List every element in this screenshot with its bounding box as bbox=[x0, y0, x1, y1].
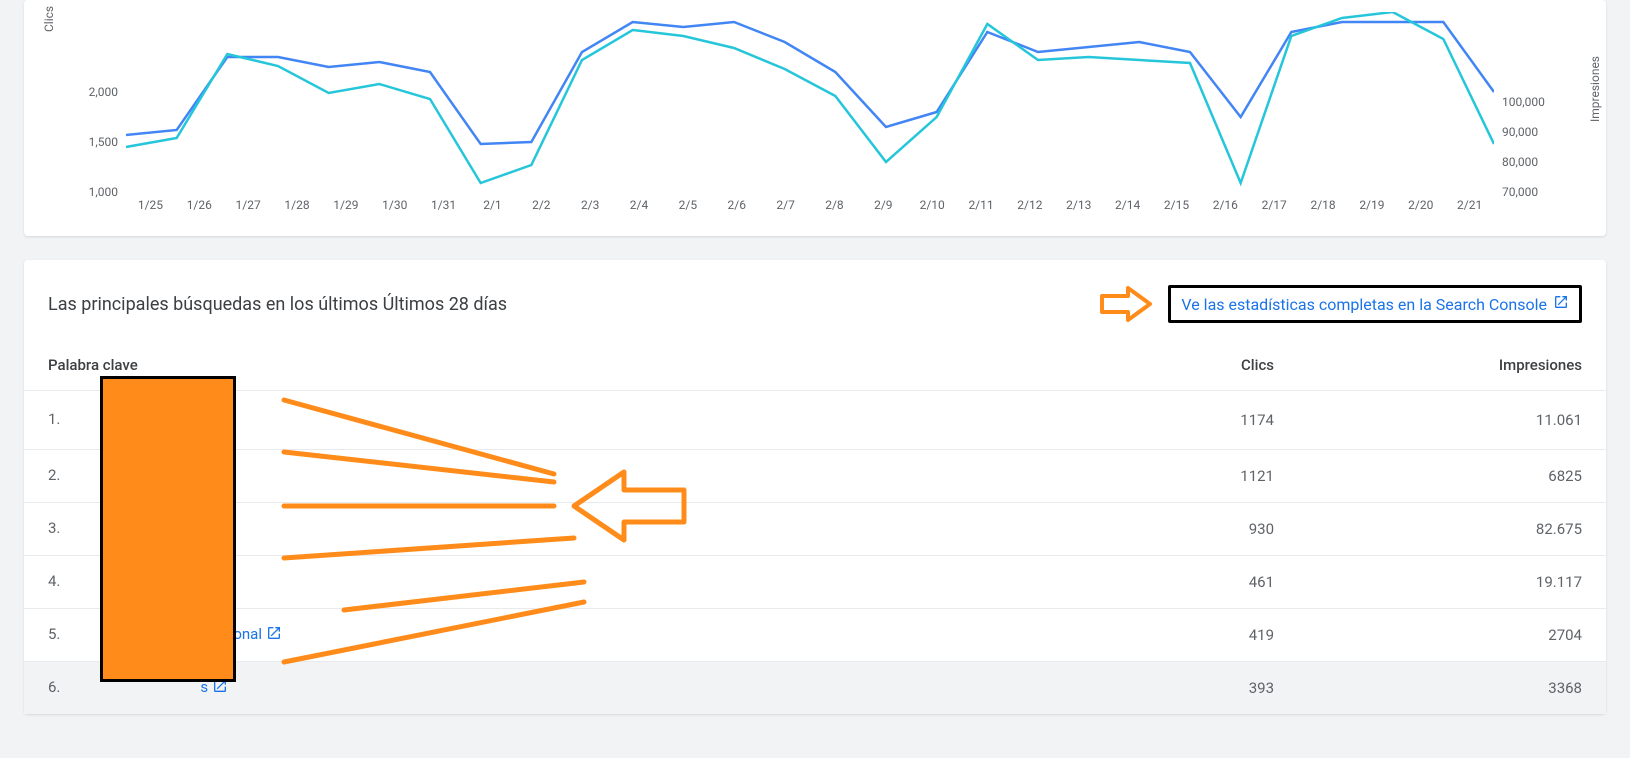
xtick: 2/13 bbox=[1054, 198, 1103, 212]
search-console-link-text: Ve las estadísticas completas en la Sear… bbox=[1181, 295, 1547, 314]
xtick: 2/7 bbox=[761, 198, 810, 212]
clicks-cell: 461 bbox=[1050, 556, 1298, 609]
xtick: 2/2 bbox=[517, 198, 566, 212]
xtick: 2/6 bbox=[712, 198, 761, 212]
yaxis-left: 2,0001,5001,000 bbox=[68, 12, 126, 192]
top-searches-card: Las principales búsquedas en los últimos… bbox=[24, 260, 1606, 714]
clicks-cell: 930 bbox=[1050, 503, 1298, 556]
xtick: 2/17 bbox=[1250, 198, 1299, 212]
xtick: 2/3 bbox=[566, 198, 615, 212]
keyword-suffix: ofesional bbox=[200, 625, 262, 643]
xtick: 2/19 bbox=[1347, 198, 1396, 212]
row-rank: 2. bbox=[48, 466, 60, 484]
table-row[interactable]: 3. 93082.675 bbox=[24, 503, 1606, 556]
impressions-cell: 3368 bbox=[1298, 662, 1606, 715]
external-link-icon bbox=[1553, 294, 1569, 314]
clicks-cell: 1174 bbox=[1050, 391, 1298, 450]
external-link-icon[interactable] bbox=[204, 519, 220, 539]
keyword-cell[interactable]: 5. ofesional bbox=[24, 609, 1050, 662]
col-keyword[interactable]: Palabra clave bbox=[24, 348, 1050, 391]
search-console-full-stats-link[interactable]: Ve las estadísticas completas en la Sear… bbox=[1181, 294, 1569, 314]
ytick-right: 90,000 bbox=[1502, 126, 1538, 138]
xtick: 2/18 bbox=[1299, 198, 1348, 212]
impressions-cell: 82.675 bbox=[1298, 503, 1606, 556]
xtick: 2/4 bbox=[615, 198, 664, 212]
external-link-icon[interactable] bbox=[204, 407, 226, 433]
xtick: 2/11 bbox=[957, 198, 1006, 212]
yaxis-left-label: Clics bbox=[42, 6, 56, 32]
ytick-left: 1,000 bbox=[89, 186, 118, 198]
xtick: 2/14 bbox=[1103, 198, 1152, 212]
external-link-icon[interactable] bbox=[266, 625, 282, 645]
row-rank: 3. bbox=[48, 519, 60, 537]
search-console-link-highlight-box: Ve las estadísticas completas en la Sear… bbox=[1168, 285, 1582, 323]
annotation-right-arrow-icon bbox=[1098, 284, 1154, 324]
external-link-icon[interactable] bbox=[212, 678, 228, 698]
xtick: 2/5 bbox=[663, 198, 712, 212]
yaxis-right-label: Impresiones bbox=[1588, 56, 1602, 122]
xaxis: 1/251/261/271/281/291/301/312/12/22/32/4… bbox=[126, 198, 1494, 212]
yaxis-right: 100,00090,00080,00070,000 bbox=[1494, 12, 1562, 192]
impressions-cell: 11.061 bbox=[1298, 391, 1606, 450]
xtick: 2/16 bbox=[1201, 198, 1250, 212]
xtick: 1/27 bbox=[224, 198, 273, 212]
xtick: 1/26 bbox=[175, 198, 224, 212]
xtick: 1/29 bbox=[321, 198, 370, 212]
chart-plot-area[interactable] bbox=[126, 12, 1494, 192]
impressions-cell: 19.117 bbox=[1298, 556, 1606, 609]
xtick: 2/10 bbox=[908, 198, 957, 212]
ytick-right: 70,000 bbox=[1502, 186, 1538, 198]
row-rank: 4. bbox=[48, 572, 60, 590]
clicks-cell: 1121 bbox=[1050, 450, 1298, 503]
table-row[interactable]: 1. 117411.061 bbox=[24, 391, 1606, 450]
ytick-right: 100,000 bbox=[1502, 96, 1545, 108]
xtick: 1/28 bbox=[273, 198, 322, 212]
ytick-left: 1,500 bbox=[89, 136, 118, 148]
xtick: 2/9 bbox=[859, 198, 908, 212]
keyword-cell[interactable]: 1. bbox=[24, 391, 1050, 450]
impressions-cell: 6825 bbox=[1298, 450, 1606, 503]
table-row[interactable]: 4. 46119.117 bbox=[24, 556, 1606, 609]
xtick: 1/30 bbox=[370, 198, 419, 212]
clicks-cell: 393 bbox=[1050, 662, 1298, 715]
keyword-cell[interactable]: 2. bbox=[24, 450, 1050, 503]
xtick: 2/8 bbox=[810, 198, 859, 212]
keyword-cell[interactable]: 6. s bbox=[24, 662, 1050, 715]
keyword-suffix: s bbox=[200, 678, 208, 696]
table-row[interactable]: 5. ofesional 4192704 bbox=[24, 609, 1606, 662]
xtick: 2/12 bbox=[1005, 198, 1054, 212]
top-searches-table: Palabra clave Clics Impresiones 1. 11741… bbox=[24, 348, 1606, 714]
keyword-cell[interactable]: 4. bbox=[24, 556, 1050, 609]
clicks-cell: 419 bbox=[1050, 609, 1298, 662]
col-impressions[interactable]: Impresiones bbox=[1298, 348, 1606, 391]
external-link-icon[interactable] bbox=[204, 466, 220, 486]
table-row[interactable]: 2. 11216825 bbox=[24, 450, 1606, 503]
xtick: 1/25 bbox=[126, 198, 175, 212]
impressions-cell: 2704 bbox=[1298, 609, 1606, 662]
xtick: 2/15 bbox=[1152, 198, 1201, 212]
row-rank: 6. bbox=[48, 678, 60, 696]
external-link-icon[interactable] bbox=[204, 572, 220, 592]
col-clicks[interactable]: Clics bbox=[1050, 348, 1298, 391]
top-searches-title: Las principales búsquedas en los últimos… bbox=[48, 294, 507, 315]
ytick-left: 2,000 bbox=[89, 86, 118, 98]
ytick-right: 80,000 bbox=[1502, 156, 1538, 168]
xtick: 1/31 bbox=[419, 198, 468, 212]
chart-card: Clics Impresiones 2,000 1,500 1,000 100,00… bbox=[24, 0, 1606, 236]
xtick: 2/1 bbox=[468, 198, 517, 212]
xtick: 2/21 bbox=[1445, 198, 1494, 212]
row-rank: 1. bbox=[48, 410, 60, 428]
row-rank: 5. bbox=[48, 625, 60, 643]
keyword-cell[interactable]: 3. bbox=[24, 503, 1050, 556]
table-row[interactable]: 6. s 3933368 bbox=[24, 662, 1606, 715]
xtick: 2/20 bbox=[1396, 198, 1445, 212]
